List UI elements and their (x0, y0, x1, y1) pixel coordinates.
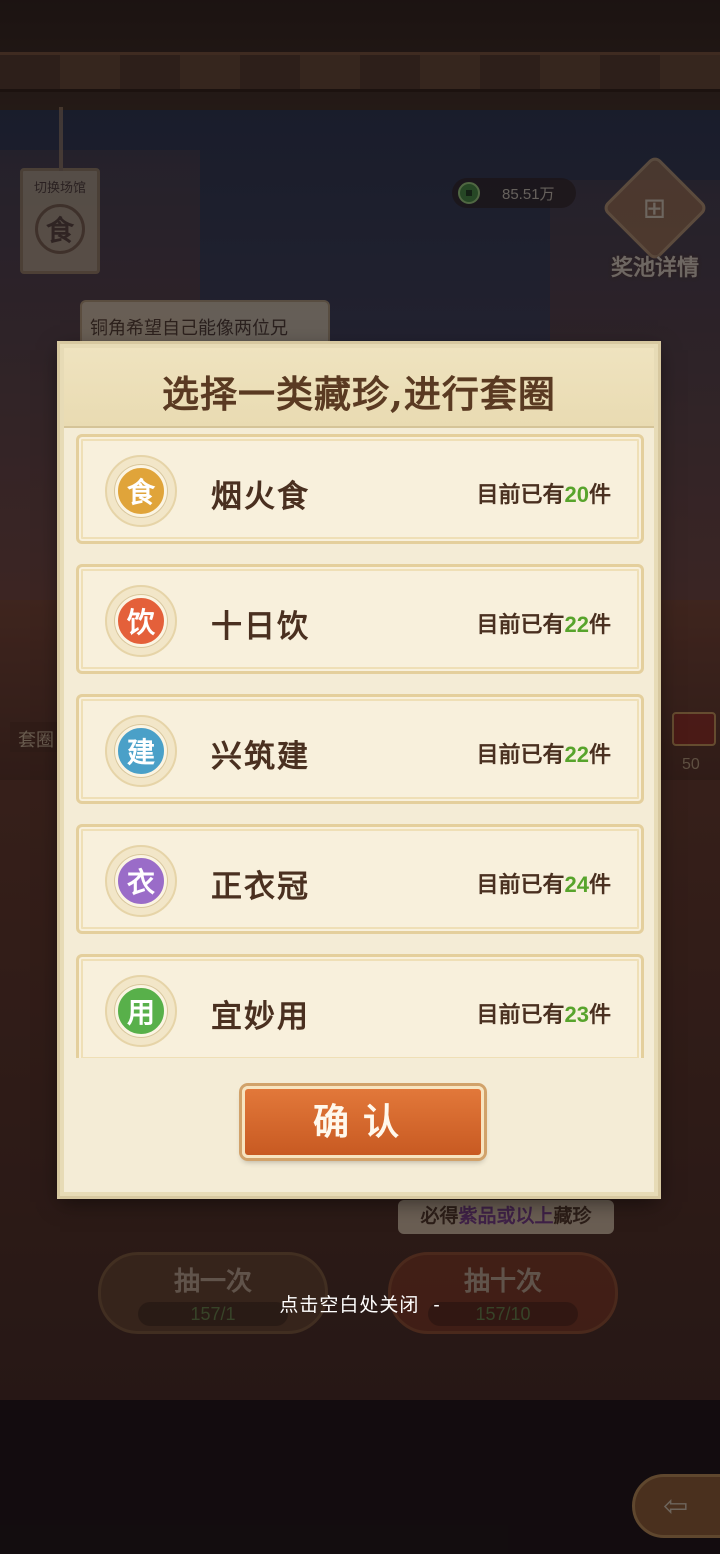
category-card[interactable]: 衣 正衣冠 目前已有24件 (76, 824, 644, 934)
category-card[interactable]: 食 烟火食 目前已有20件 (76, 434, 644, 544)
category-badge: 饮 (105, 585, 177, 657)
category-count: 目前已有24件 (476, 872, 611, 897)
drink-icon: 饮 (115, 595, 167, 647)
category-name: 兴筑建 (211, 739, 310, 775)
confirm-button[interactable]: 确认 (242, 1086, 484, 1158)
category-select-dialog: 选择一类藏珍,进行套圈 食 烟火食 目前已有20件 饮 十日饮 目前已有22件 … (60, 344, 658, 1196)
category-count: 目前已有22件 (476, 612, 611, 637)
category-name: 正衣冠 (211, 869, 310, 905)
food-icon: 食 (115, 465, 167, 517)
close-hint[interactable]: 点击空白处关闭 - (0, 1290, 720, 1317)
category-badge: 衣 (105, 845, 177, 917)
category-name: 烟火食 (211, 479, 310, 515)
clothing-icon: 衣 (115, 855, 167, 907)
category-name: 十日饮 (211, 609, 310, 645)
category-card[interactable]: 饮 十日饮 目前已有22件 (76, 564, 644, 674)
category-badge: 食 (105, 455, 177, 527)
category-count: 目前已有22件 (476, 742, 611, 767)
category-card[interactable]: 用 宜妙用 目前已有23件 (76, 954, 644, 1058)
category-count: 目前已有20件 (476, 482, 611, 507)
category-count: 目前已有23件 (476, 1002, 611, 1027)
dialog-title: 选择一类藏珍,进行套圈 (162, 372, 556, 416)
category-card[interactable]: 建 兴筑建 目前已有22件 (76, 694, 644, 804)
category-name: 宜妙用 (211, 999, 310, 1035)
category-list[interactable]: 食 烟火食 目前已有20件 饮 十日饮 目前已有22件 建 兴筑建 目前已有22… (76, 434, 646, 1058)
build-icon: 建 (115, 725, 167, 777)
category-badge: 建 (105, 715, 177, 787)
category-badge: 用 (105, 975, 177, 1047)
utility-icon: 用 (115, 985, 167, 1037)
